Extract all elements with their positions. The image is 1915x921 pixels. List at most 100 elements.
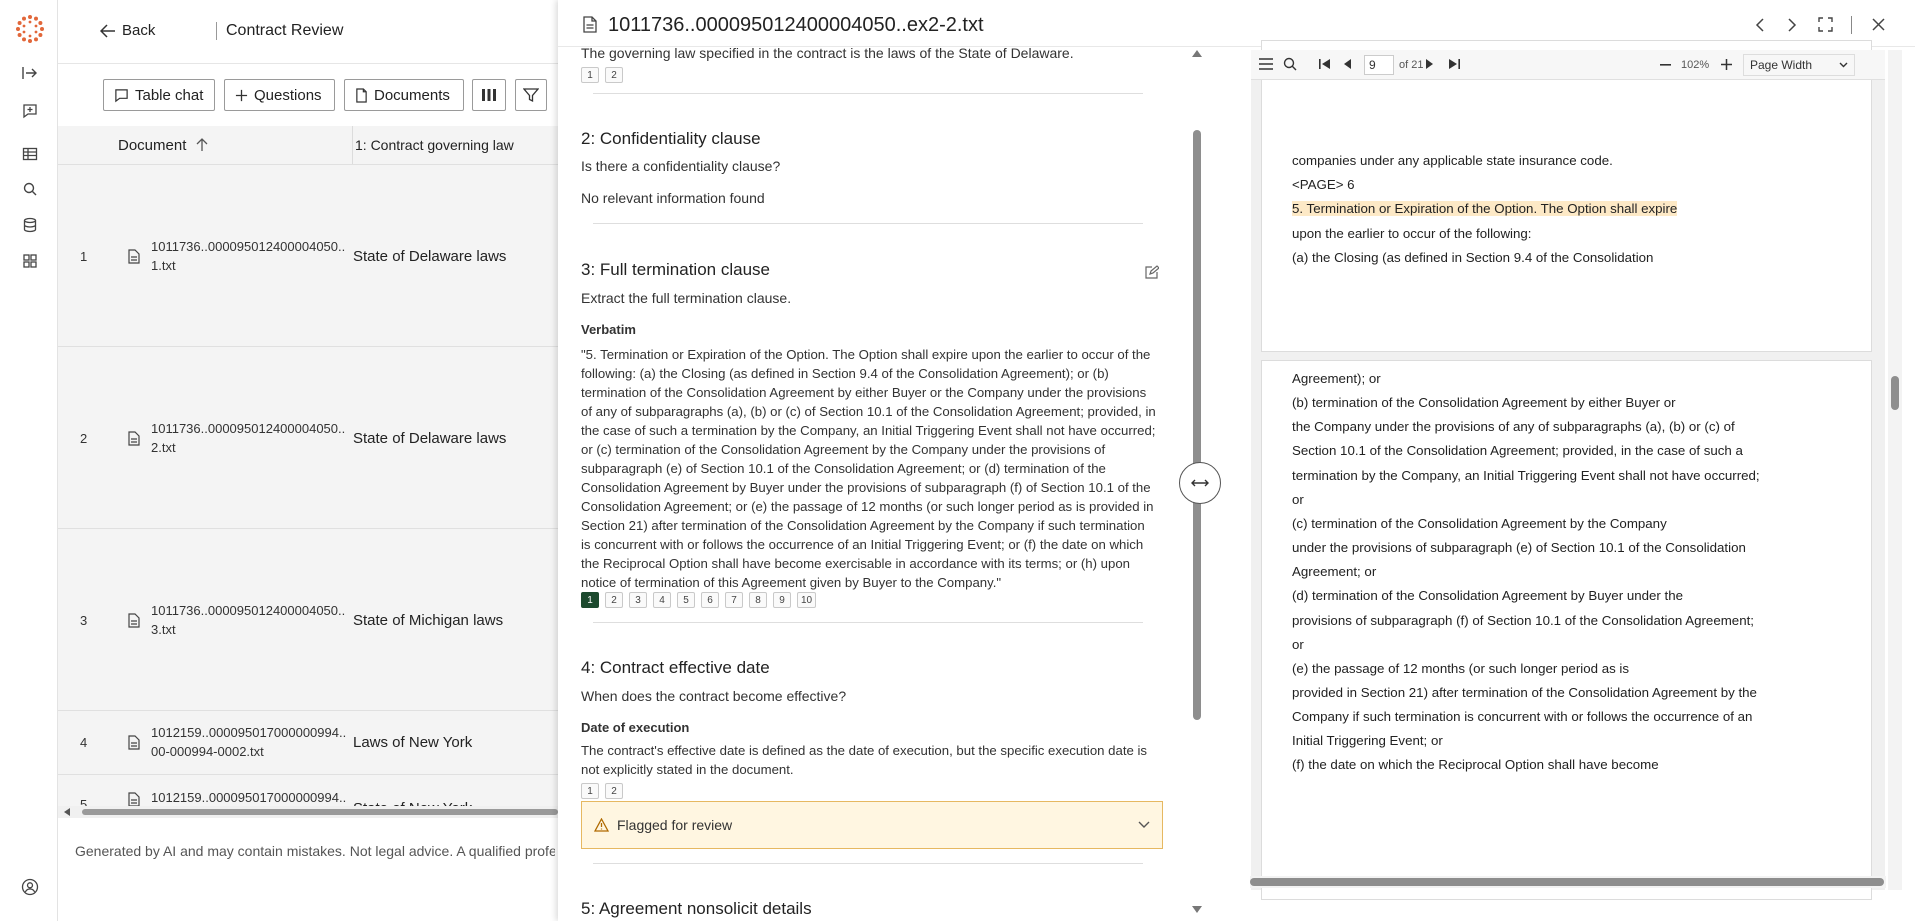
document-line: 5. Termination or Expiration of the Opti… (1292, 201, 1678, 217)
document-name[interactable]: 1011736..000095012400004050.. (151, 601, 345, 620)
question-subtitle: Extract the full termination clause. (581, 290, 792, 306)
table-chat-label: Table chat (135, 86, 204, 104)
horizontal-scrollbar[interactable] (58, 806, 558, 818)
table-row[interactable]: 1 1011736..000095012400004050.. 1.txt Sta… (58, 164, 558, 346)
viewer-hscroll-thumb[interactable] (1250, 878, 1884, 886)
citation-chip[interactable]: 2 (605, 67, 623, 83)
search-icon[interactable] (1283, 57, 1297, 71)
user-icon[interactable] (19, 876, 41, 898)
document-line: (f) the date on which the Reciprocal Opt… (1292, 757, 1659, 773)
columns-icon (482, 89, 496, 101)
document-name[interactable]: 1012159..000095017000000994.. (151, 788, 346, 807)
panel-title: 1011736..000095012400004050..ex2-2.txt (608, 14, 984, 36)
last-page-icon[interactable] (1449, 59, 1460, 69)
answer-text: The contract's effective date is defined… (581, 743, 1148, 777)
citation-chip[interactable]: 10 (797, 592, 817, 608)
document-name-suffix: 2.txt (151, 440, 176, 455)
document-name-suffix: 00-000994-0002.txt (151, 744, 264, 759)
document-column-header[interactable]: Document (118, 126, 208, 164)
sort-up-icon[interactable] (196, 138, 208, 152)
questions-button[interactable]: Questions (224, 79, 335, 111)
citation-chip[interactable]: 2 (605, 783, 623, 799)
citation-chip[interactable]: 7 (725, 592, 743, 608)
database-icon[interactable] (19, 214, 41, 236)
governing-law-column-header[interactable]: 1: Contract governing law (355, 126, 514, 164)
resize-handle[interactable] (1179, 462, 1221, 504)
close-icon[interactable] (1872, 18, 1885, 31)
citation-chip[interactable]: 8 (749, 592, 767, 608)
fullscreen-icon[interactable] (1818, 17, 1833, 32)
document-icon (583, 16, 597, 33)
viewer-vertical-scrollbar[interactable] (1888, 50, 1902, 890)
search-icon[interactable] (19, 178, 41, 200)
edit-icon[interactable] (1144, 265, 1159, 280)
apps-icon[interactable] (19, 250, 41, 272)
citation-chip[interactable]: 1 (581, 592, 599, 608)
flag-label: Flagged for review (617, 817, 733, 833)
answer-label: Date of execution (581, 720, 690, 735)
chat-icon[interactable] (19, 100, 41, 122)
governing-law-cell[interactable]: State of Michigan laws (353, 612, 503, 629)
columns-button[interactable] (472, 79, 506, 111)
document-line: Section 10.1 of the Consolidation Agreem… (1292, 443, 1743, 459)
scroll-up-icon[interactable] (1192, 50, 1202, 57)
table-chat-button[interactable]: Table chat (103, 79, 215, 111)
citation-chip[interactable]: 4 (653, 592, 671, 608)
flagged-review-banner[interactable]: Flagged for review (581, 801, 1163, 849)
table-row[interactable]: 3 1011736..000095012400004050.. 3.txt Sta… (58, 528, 558, 710)
chevron-left-icon[interactable] (1755, 18, 1765, 32)
document-name-suffix: 1.txt (151, 258, 176, 273)
governing-law-cell[interactable]: State of Delaware laws (353, 248, 506, 265)
zoom-in-icon[interactable] (1721, 59, 1732, 70)
chevron-right-icon[interactable] (1787, 18, 1797, 32)
document-name[interactable]: 1011736..000095012400004050.. (151, 237, 345, 256)
table-row[interactable]: 4 1012159..000095017000000994.. 00-000994… (58, 710, 558, 774)
chevron-down-icon[interactable] (1138, 821, 1150, 829)
document-line: (e) the passage of 12 months (or such lo… (1292, 660, 1630, 676)
previous-page-icon[interactable] (1344, 59, 1351, 69)
file-icon (128, 792, 140, 807)
document-name[interactable]: 1012159..000095017000000994.. (151, 723, 346, 742)
question-title: 2: Confidentiality clause (581, 129, 761, 148)
answer-label: Verbatim (581, 322, 636, 337)
document-line: (b) termination of the Consolidation Agr… (1292, 395, 1676, 411)
citation-list: 12 (581, 67, 1161, 83)
governing-law-cell[interactable]: State of Delaware laws (353, 430, 506, 447)
back-button[interactable]: Back (100, 22, 155, 39)
menu-icon[interactable] (1259, 58, 1273, 70)
answers-scrollbar-thumb[interactable] (1193, 130, 1201, 720)
viewer-page: Agreement); or (b) termination of the Con… (1261, 360, 1872, 900)
zoom-select[interactable]: Page Width (1743, 54, 1855, 76)
document-name[interactable]: 1011736..000095012400004050.. (151, 419, 345, 438)
scrollbar-thumb[interactable] (82, 809, 558, 815)
row-number: 1 (80, 249, 88, 264)
collapse-icon[interactable] (19, 62, 41, 84)
question-title: 3: Full termination clause (581, 260, 770, 279)
document-panel: 1011736..000095012400004050..ex2-2.txt T… (558, 0, 1915, 921)
row-number: 2 (80, 431, 88, 446)
next-page-icon[interactable] (1426, 59, 1433, 69)
citation-chip[interactable]: 6 (701, 592, 719, 608)
zoom-out-icon[interactable] (1660, 64, 1671, 66)
citation-chip[interactable]: 2 (605, 592, 623, 608)
document-line: under the provisions of subparagraph (e)… (1292, 540, 1746, 556)
filter-button[interactable] (515, 79, 547, 111)
answer-text: The governing law specified in the contr… (581, 45, 1074, 61)
table-row[interactable]: 2 1011736..000095012400004050.. 2.txt Sta… (58, 346, 558, 528)
citation-chip[interactable]: 1 (581, 783, 599, 799)
scroll-down-icon[interactable] (1192, 906, 1202, 913)
table-icon[interactable] (19, 143, 41, 165)
citation-chip[interactable]: 5 (677, 592, 695, 608)
logo-icon[interactable] (14, 13, 46, 45)
citation-chip[interactable]: 1 (581, 67, 599, 83)
citation-chip[interactable]: 3 (629, 592, 647, 608)
first-page-icon[interactable] (1319, 59, 1330, 69)
citation-chip[interactable]: 9 (773, 592, 791, 608)
page-number-input[interactable]: 9 (1364, 55, 1394, 75)
viewer-horizontal-scrollbar[interactable] (1250, 876, 1886, 888)
viewer-scrollbar-thumb[interactable] (1891, 376, 1899, 410)
documents-button[interactable]: Documents (344, 79, 464, 111)
governing-law-cell[interactable]: Laws of New York (353, 734, 472, 751)
scroll-left-icon[interactable] (64, 808, 70, 816)
chevron-down-icon (1839, 62, 1848, 68)
